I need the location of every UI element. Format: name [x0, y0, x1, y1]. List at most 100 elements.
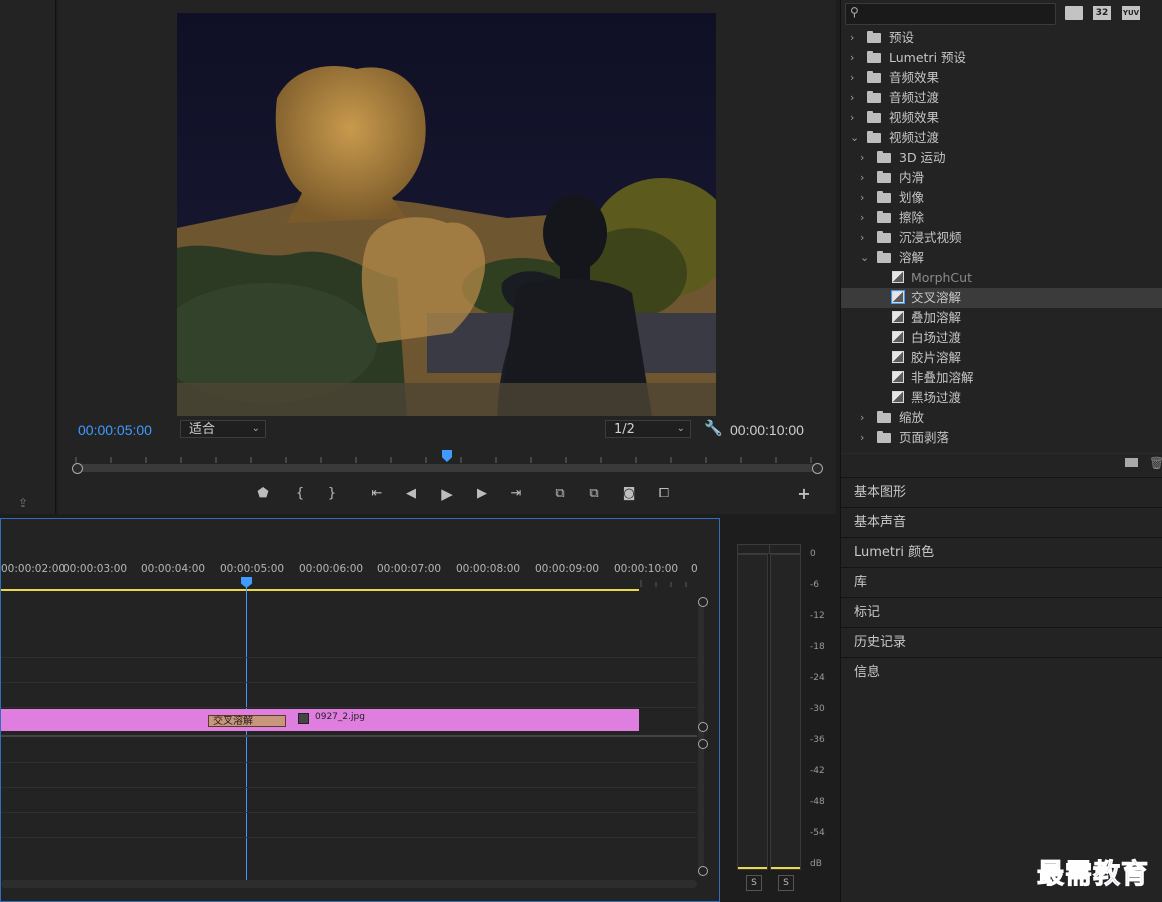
panel-tab[interactable]: 库 [841, 567, 1162, 596]
scroll-handle[interactable] [698, 739, 708, 749]
scroll-handle[interactable] [698, 597, 708, 607]
db-label: dB [810, 859, 822, 869]
effects-item[interactable]: 白场过渡 [841, 328, 1162, 348]
camera-export-frame-icon[interactable]: ◙ [619, 484, 639, 504]
panel-tab[interactable]: 基本图形 [841, 477, 1162, 506]
chevron-right-icon[interactable]: › [850, 68, 860, 88]
horizontal-scrollbar[interactable] [1, 880, 697, 888]
panel-tab[interactable]: Lumetri 颜色 [841, 537, 1162, 566]
yuv-icon[interactable]: YUV [1122, 6, 1140, 20]
effects-item-label: 缩放 [899, 410, 925, 425]
scroll-handle[interactable] [698, 722, 708, 732]
effects-item[interactable]: 非叠加溶解 [841, 368, 1162, 388]
video-preview [177, 13, 716, 416]
go-to-out-icon[interactable]: ⇥ [506, 484, 526, 504]
work-area-bar[interactable] [1, 589, 639, 591]
chevron-right-icon[interactable]: › [860, 188, 870, 208]
effects-item-label: 沉浸式视频 [899, 230, 962, 245]
chevron-right-icon[interactable]: › [860, 428, 870, 448]
transition-icon [891, 290, 905, 304]
panel-tab[interactable]: 基本声音 [841, 507, 1162, 536]
effects-item[interactable]: › 视频效果 [841, 108, 1162, 128]
wrench-settings-icon[interactable]: 🔧 [704, 419, 723, 437]
export-frame-icon[interactable]: ⇪ [18, 496, 28, 510]
db-label: -18 [810, 642, 825, 652]
fx-badge-icon [298, 713, 309, 724]
effects-item[interactable]: MorphCut [841, 268, 1162, 288]
playback-resolution-select[interactable]: 1/2 ⌄ [605, 420, 691, 438]
effects-item[interactable]: › 3D 运动 [841, 148, 1162, 168]
panel-tab[interactable]: 历史记录 [841, 627, 1162, 656]
new-bin-icon[interactable] [1125, 458, 1138, 467]
effects-item[interactable]: › 内滑 [841, 168, 1162, 188]
effects-item-label: 叠加溶解 [911, 310, 962, 325]
add-marker-icon[interactable]: ⬟ [253, 484, 273, 504]
comparison-view-icon[interactable]: ⧠ [654, 484, 674, 504]
zoom-handle-left[interactable] [72, 463, 83, 474]
scroll-handle[interactable] [698, 866, 708, 876]
chevron-right-icon[interactable]: › [850, 48, 860, 68]
folder-icon [867, 131, 881, 143]
solo-left-button[interactable]: S [746, 875, 762, 891]
effects-item-label: 预设 [889, 30, 915, 45]
effects-item-label: 音频效果 [889, 70, 940, 85]
zoom-handle-right[interactable] [812, 463, 823, 474]
source-panel-edge: ⇪ [0, 0, 56, 514]
step-back-icon[interactable]: ◀ [401, 484, 421, 504]
video-clip[interactable]: 交叉溶解 0927_2.jpg [1, 709, 639, 731]
chevron-right-icon[interactable]: › [860, 408, 870, 428]
folder-icon [867, 71, 881, 83]
effects-item-label: 内滑 [899, 170, 925, 185]
cross-dissolve-transition[interactable]: 交叉溶解 [208, 715, 286, 727]
effects-item[interactable]: › Lumetri 预设 [841, 48, 1162, 68]
ruler-label: 00:00:04:00 [141, 563, 206, 575]
chevron-down-icon: ⌄ [676, 423, 685, 434]
ruler-label: 00:00:10:00 [614, 563, 679, 575]
effects-item[interactable]: › 沉浸式视频 [841, 228, 1162, 248]
effects-item[interactable]: ⌄ 视频过渡 [841, 128, 1162, 148]
chevron-right-icon[interactable]: › [860, 208, 870, 228]
effects-item[interactable]: › 音频效果 [841, 68, 1162, 88]
effects-item[interactable]: 叠加溶解 [841, 308, 1162, 328]
effects-item[interactable]: › 页面剥落 [841, 428, 1162, 448]
effects-item[interactable]: 黑场过渡 [841, 388, 1162, 408]
accelerated-effects-icon[interactable] [1065, 6, 1083, 20]
meter-peak-indicator[interactable] [737, 544, 801, 554]
effects-item[interactable]: › 擦除 [841, 208, 1162, 228]
chevron-right-icon[interactable]: › [860, 168, 870, 188]
current-timecode[interactable]: 00:00:05:00 [78, 422, 152, 438]
search-input[interactable]: ⚲ [845, 3, 1056, 25]
chevron-right-icon[interactable]: › [850, 28, 860, 48]
play-icon[interactable]: ▶ [437, 484, 457, 504]
chevron-right-icon[interactable]: › [850, 108, 860, 128]
mark-out-icon[interactable]: } [322, 484, 342, 504]
db-label: -48 [810, 797, 825, 807]
mark-in-icon[interactable]: { [290, 484, 310, 504]
chevron-right-icon[interactable]: › [850, 88, 860, 108]
effects-item[interactable]: › 划像 [841, 188, 1162, 208]
chevron-down-icon[interactable]: ⌄ [850, 128, 860, 148]
duration-timecode: 00:00:10:00 [730, 422, 804, 438]
effects-item[interactable]: 胶片溶解 [841, 348, 1162, 368]
go-to-in-icon[interactable]: ⇤ [367, 484, 387, 504]
extract-icon[interactable]: ⧉ [584, 484, 604, 504]
chevron-right-icon[interactable]: › [860, 148, 870, 168]
lift-icon[interactable]: ⧉ [550, 484, 570, 504]
effects-item[interactable]: ⌄ 溶解 [841, 248, 1162, 268]
solo-right-button[interactable]: S [778, 875, 794, 891]
vertical-scrollbar[interactable] [698, 599, 704, 869]
effects-item[interactable]: 交叉溶解 [841, 288, 1162, 308]
chevron-right-icon[interactable]: › [860, 228, 870, 248]
step-forward-icon[interactable]: ▶ [472, 484, 492, 504]
add-button-icon[interactable]: + [794, 484, 814, 504]
effects-item[interactable]: › 缩放 [841, 408, 1162, 428]
panel-tab[interactable]: 信息 [841, 657, 1162, 686]
zoom-fit-select[interactable]: 适合 ⌄ [180, 420, 266, 438]
effects-item[interactable]: › 预设 [841, 28, 1162, 48]
delete-icon[interactable]: 🗑 [1149, 456, 1162, 470]
effects-item[interactable]: › 音频过渡 [841, 88, 1162, 108]
chevron-down-icon[interactable]: ⌄ [860, 248, 870, 268]
32-bit-icon[interactable]: 32 [1093, 6, 1111, 20]
panel-tab[interactable]: 标记 [841, 597, 1162, 626]
zoom-scrollbar[interactable] [78, 464, 818, 472]
